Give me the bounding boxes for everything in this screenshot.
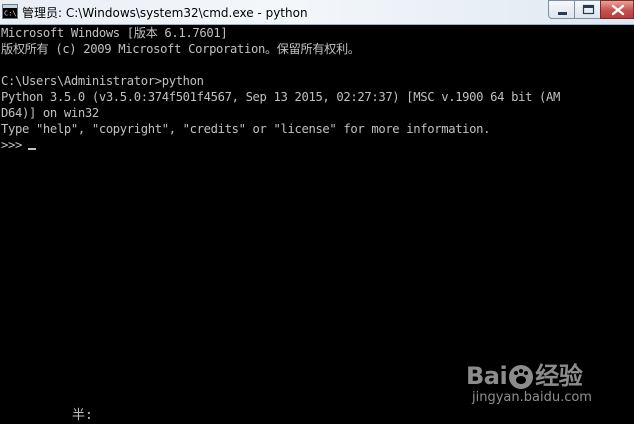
python-prompt: >>> bbox=[1, 138, 22, 152]
console-line: C:\Users\Administrator>python bbox=[1, 74, 204, 88]
baidu-jingyan-watermark: Bai 经验 jingyan.baidu.com bbox=[466, 356, 606, 412]
window-title: 管理员: C:\Windows\system32\cmd.exe - pytho… bbox=[22, 6, 308, 20]
paw-icon bbox=[509, 365, 534, 389]
python-prompt-line[interactable]: >>> bbox=[1, 137, 36, 153]
console-line: D64)] on win32 bbox=[1, 106, 99, 120]
watermark-url: jingyan.baidu.com bbox=[472, 390, 592, 405]
ime-status: 半: bbox=[72, 408, 93, 423]
console-line: Microsoft Windows [版本 6.1.7601] bbox=[1, 26, 228, 40]
svg-text:C:\: C:\ bbox=[4, 10, 17, 18]
text-cursor bbox=[27, 148, 36, 150]
console-line: Type "help", "copyright", "credits" or "… bbox=[1, 122, 491, 136]
console-line: Python 3.5.0 (v3.5.0:374f501f4567, Sep 1… bbox=[1, 90, 561, 104]
window-titlebar[interactable]: C:\ 管理员: C:\Windows\system32\cmd.exe - p… bbox=[0, 0, 634, 25]
maximize-icon bbox=[582, 4, 595, 15]
baidu-logo: Bai 经验 bbox=[466, 356, 583, 391]
close-button[interactable] bbox=[600, 0, 634, 19]
minimize-button[interactable] bbox=[548, 0, 575, 19]
watermark-logo-left: Bai bbox=[466, 362, 508, 390]
console-line: 版权所有 (c) 2009 Microsoft Corporation。保留所有… bbox=[1, 42, 360, 56]
cmd-icon: C:\ bbox=[2, 4, 18, 19]
watermark-logo-right: 经验 bbox=[535, 362, 583, 390]
maximize-button[interactable] bbox=[574, 0, 601, 19]
minimize-icon bbox=[558, 12, 567, 15]
close-icon bbox=[611, 4, 625, 16]
